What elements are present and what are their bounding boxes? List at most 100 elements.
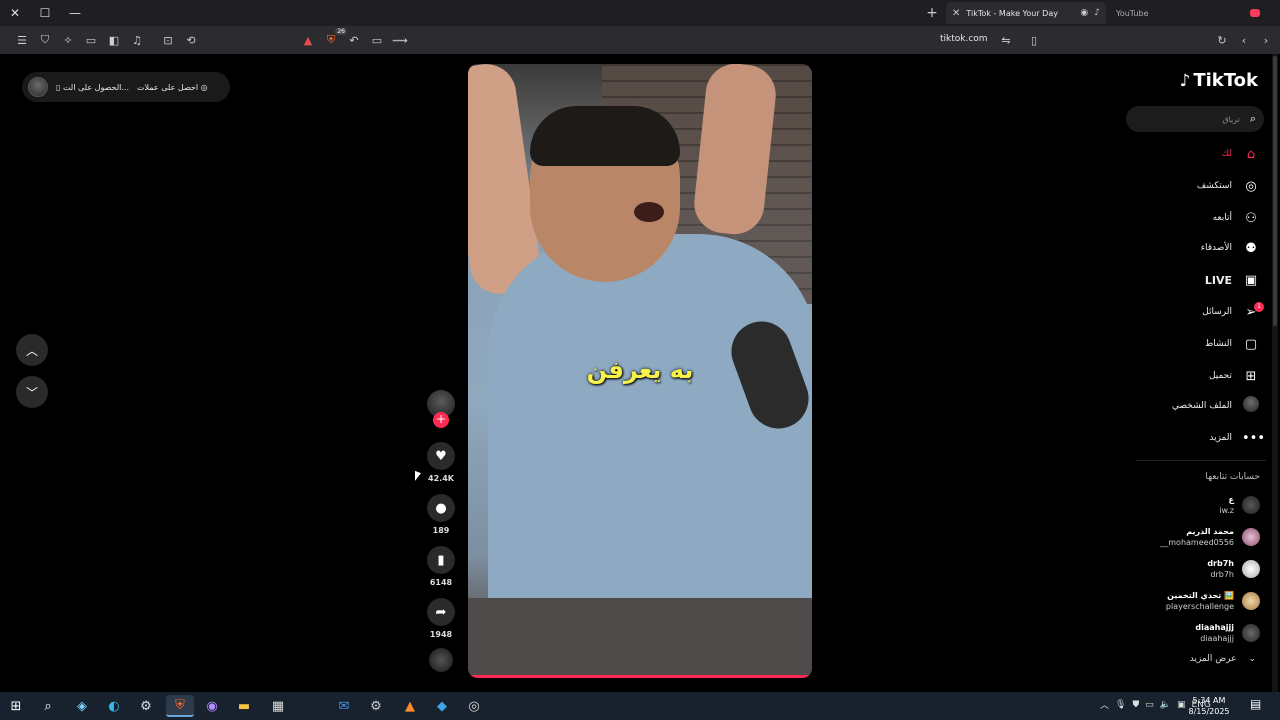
like-button[interactable]: ♥: [427, 442, 455, 470]
microphone-icon[interactable]: 🎙: [1115, 700, 1126, 710]
sync-icon[interactable]: ⟲: [181, 30, 201, 50]
back-icon[interactable]: ‹: [1234, 30, 1254, 50]
video-progress-bar[interactable]: [468, 675, 812, 678]
network-icon[interactable]: ▭: [1145, 700, 1154, 710]
nav-following[interactable]: أتابعه ⚇: [1213, 208, 1260, 228]
bookmark-button[interactable]: ▮: [427, 546, 455, 574]
chevron-up-icon[interactable]: ︿: [1100, 698, 1109, 711]
user-avatar[interactable]: [28, 77, 48, 97]
recorder-app[interactable]: ◎: [460, 695, 488, 717]
edge-app[interactable]: ◐: [100, 695, 128, 717]
search-placeholder: ترياق: [1222, 114, 1240, 124]
app-icon-blue[interactable]: ◆: [428, 695, 456, 717]
start-button[interactable]: ⊞: [2, 695, 30, 717]
nav-label: استكشف: [1196, 181, 1232, 191]
following-account[interactable]: drb7h drb7h: [1207, 556, 1260, 582]
brave-app[interactable]: ⛨: [166, 695, 194, 717]
cone-icon: ▲: [405, 698, 415, 714]
tab-tiktok[interactable]: ✕ TikTok - Make Your Day ◉ ♪: [946, 2, 1106, 24]
tiktok-logo[interactable]: ♪ TikTok: [1179, 70, 1258, 91]
outlook-app[interactable]: ✉: [330, 695, 358, 717]
new-tab-button[interactable]: +: [924, 5, 940, 21]
shield-icon[interactable]: ⛉: [35, 30, 55, 50]
extensions-icon[interactable]: ✧: [58, 30, 78, 50]
minimize-window-icon[interactable]: —: [60, 0, 90, 26]
brave-rewards-icon[interactable]: ▲: [298, 30, 318, 50]
app-icon[interactable]: ⚙: [362, 695, 390, 717]
volume-icon[interactable]: 🔈: [1160, 700, 1171, 710]
steam-app[interactable]: ⚙: [132, 695, 160, 717]
sidebar-icon[interactable]: ◧: [104, 30, 124, 50]
following-account[interactable]: محمد الدريم __mohameed0556: [1160, 524, 1260, 550]
nav-profile[interactable]: الملف الشخصي: [1172, 396, 1260, 416]
mouse-cursor: [415, 470, 421, 484]
nav-explore[interactable]: استكشف ◎: [1197, 176, 1260, 196]
windows-taskbar: ⊞ ⌕ ◈ ◐ ⚙ ⛨ ◉ ▬ ▦ ✉ ⚙ ▲ ◆ ◎ ︿ 🎙 ⛊ ▭ 🔈 ▣ …: [0, 692, 1280, 720]
maximize-window-icon[interactable]: ☐: [30, 0, 60, 26]
address-bar[interactable]: tiktok.com: [940, 34, 988, 44]
file-explorer-app[interactable]: ▬: [230, 695, 258, 717]
comment-button[interactable]: ●: [427, 494, 455, 522]
screenshot-icon[interactable]: ⊡: [158, 30, 178, 50]
brave-shields-icon[interactable]: ⛨ 26: [321, 28, 347, 50]
chevron-down-icon: ⌄: [1248, 654, 1256, 664]
vlc-app[interactable]: ▲: [396, 695, 424, 717]
reader-icon[interactable]: ▭: [367, 30, 387, 50]
music-icon[interactable]: ♫: [127, 30, 147, 50]
search-icon: ⌕: [44, 698, 52, 714]
scrollbar-thumb[interactable]: [1273, 56, 1277, 326]
search-icon[interactable]: ⌕: [1250, 112, 1256, 126]
close-window-icon[interactable]: ✕: [0, 0, 30, 26]
undo-icon[interactable]: ↶: [344, 30, 364, 50]
following-account[interactable]: ع iw.z: [1219, 492, 1260, 518]
nav-messages[interactable]: الرسائل ➢ 1: [1202, 301, 1264, 322]
copilot-app[interactable]: ◈: [68, 695, 96, 717]
profile-avatar: [1242, 396, 1260, 416]
phone-icon: ▯: [56, 82, 61, 92]
heart-icon: ♥: [435, 448, 447, 464]
audio-icon[interactable]: ◉: [1080, 8, 1088, 18]
get-coins-link[interactable]: احصل على عملات ◎: [137, 83, 208, 92]
get-app-link[interactable]: ▯ الحصول على الت...: [56, 83, 129, 92]
follow-button[interactable]: +: [433, 412, 449, 428]
store-app[interactable]: ▦: [264, 695, 292, 717]
nav-upload[interactable]: تحميل ⊞: [1209, 366, 1260, 386]
close-tab-icon[interactable]: ✕: [952, 8, 960, 19]
activity-icon: ▢: [1244, 336, 1258, 352]
search-input[interactable]: ترياق ⌕: [1126, 106, 1264, 132]
bookmark-count: 6148: [429, 578, 453, 587]
search-taskbar-button[interactable]: ⌕: [34, 695, 62, 717]
see-more-button[interactable]: عرض المزيد ⌄: [1190, 654, 1256, 664]
share-button[interactable]: ➦: [427, 598, 455, 626]
nav-friends[interactable]: الأصدقاء ⚉: [1201, 238, 1260, 258]
gear-icon: ⚙: [370, 698, 382, 714]
tab-youtube[interactable]: YouTube: [1110, 2, 1270, 24]
music-disc-icon[interactable]: [429, 648, 453, 672]
translate-icon[interactable]: ⟿: [390, 30, 410, 50]
avatar: [1243, 396, 1259, 412]
tabs-icon[interactable]: ▭: [81, 30, 101, 50]
bookmark-icon[interactable]: ▯: [1024, 30, 1044, 50]
nav-live[interactable]: LIVE ▣: [1205, 270, 1260, 290]
forward-icon[interactable]: ›: [1256, 30, 1276, 50]
menu-icon[interactable]: ☰: [12, 30, 32, 50]
discord-app[interactable]: ◉: [198, 695, 226, 717]
security-icon[interactable]: ⛊: [1132, 700, 1139, 710]
nav-more[interactable]: المزيد •••: [1209, 428, 1265, 448]
following-account[interactable]: diaahajjj diaahajjj: [1195, 620, 1260, 646]
nav-activity[interactable]: النشاط ▢: [1205, 334, 1260, 354]
nav-label: LIVE: [1204, 273, 1232, 287]
following-account[interactable]: تحدي التخمين 🖼️ playerschallenge: [1166, 588, 1260, 614]
video-figure: [634, 202, 664, 222]
nav-for-you[interactable]: لك ⌂: [1222, 144, 1260, 164]
account-username: __mohameed0556: [1160, 538, 1234, 547]
sidebar-scrollbar[interactable]: [1272, 54, 1278, 692]
previous-video-button[interactable]: ︿: [16, 334, 48, 366]
video-player[interactable]: به يعرفن: [468, 64, 812, 678]
reload-icon[interactable]: ↻: [1212, 30, 1232, 50]
account-username: iw.z: [1219, 506, 1234, 515]
clock[interactable]: 5:34 AM 8/15/2025: [1176, 695, 1242, 717]
site-settings-icon[interactable]: ⇋: [996, 30, 1016, 50]
next-video-button[interactable]: ﹀: [16, 376, 48, 408]
notification-icon[interactable]: ▤: [1250, 697, 1261, 711]
